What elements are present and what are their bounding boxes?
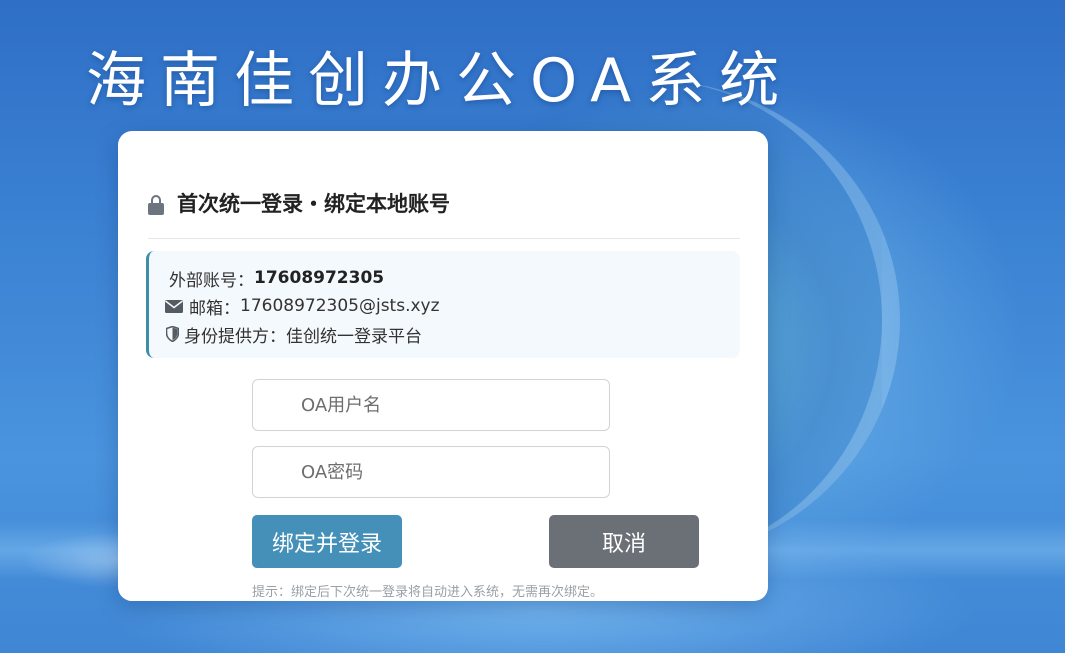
card-title: 首次统一登录・绑定本地账号 [177,192,450,216]
email-value: 17608972305@jsts.xyz [240,296,440,316]
account-info-panel: 外部账号： 17608972305 邮箱： 17608972305@jsts.x… [146,251,740,358]
external-account-value: 17608972305 [254,268,385,288]
bind-and-login-button[interactable]: 绑定并登录 [252,515,402,568]
email-label: 邮箱： [189,298,240,319]
hint-text: 提示：绑定后下次统一登录将自动进入系统，无需再次绑定。 [252,585,604,600]
bind-account-card: 首次统一登录・绑定本地账号 外部账号： 17608972305 邮箱： 1760… [118,131,768,601]
external-account-row: 外部账号： 17608972305 [169,264,740,292]
app-title: 海南佳创办公OA系统 [86,46,794,116]
provider-value: 佳创统一登录平台 [286,326,422,347]
oa-password-input[interactable] [252,446,610,498]
card-header: 首次统一登录・绑定本地账号 [148,191,740,239]
provider-row: 身份提供方： 佳创统一登录平台 [166,320,740,348]
oa-username-input[interactable] [252,379,610,431]
shield-icon [166,326,179,342]
provider-label: 身份提供方： [184,326,286,347]
envelope-icon [165,299,183,313]
email-row: 邮箱： 17608972305@jsts.xyz [165,292,740,320]
external-account-label: 外部账号： [169,270,254,291]
lock-icon [148,195,164,215]
cancel-button[interactable]: 取消 [549,515,699,568]
